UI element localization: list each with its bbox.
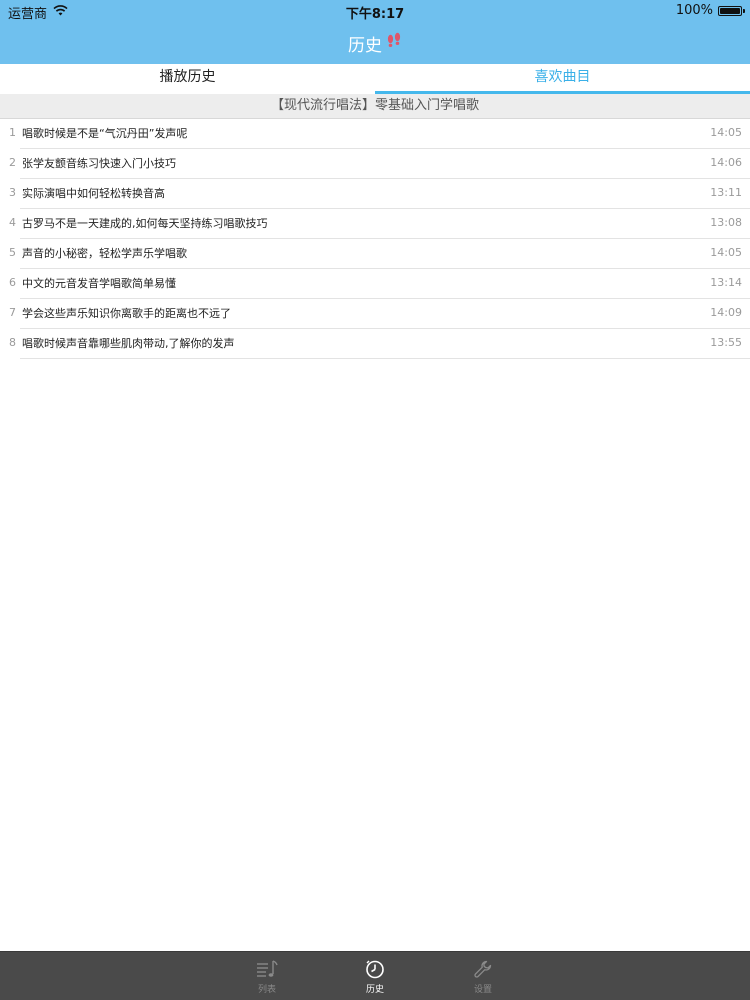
song-title: 学会这些声乐知识你离歌手的距离也不远了 (22, 307, 231, 320)
song-index: 4 (9, 216, 16, 229)
song-time: 13:55 (710, 336, 742, 349)
song-title: 唱歌时候声音靠哪些肌肉带动,了解你的发声 (22, 337, 235, 350)
song-title: 张学友颤音练习快速入门小技巧 (22, 157, 176, 170)
battery-fill (720, 7, 740, 14)
song-title: 实际演唱中如何轻松转换音高 (22, 187, 165, 200)
song-time: 13:08 (710, 216, 742, 229)
song-row[interactable]: 6 中文的元音发音学唱歌简单易懂 13:14 (9, 269, 750, 299)
song-time: 14:05 (710, 126, 742, 139)
tabbar-label-history: 历史 (365, 985, 384, 995)
song-time: 13:11 (710, 186, 742, 199)
bottom-tab-bar: 列表 历史 设置 (0, 951, 750, 1000)
header: 运营商 下午8:17 100% 历史 (0, 0, 750, 64)
clock-icon (365, 959, 385, 979)
song-time: 13:14 (710, 276, 742, 289)
song-title: 唱歌时候是不是“气沉丹田”发声呢 (22, 127, 188, 140)
song-time: 14:05 (710, 246, 742, 259)
song-list: 1 唱歌时候是不是“气沉丹田”发声呢 14:05 2 张学友颤音练习快速入门小技… (0, 119, 750, 359)
song-row[interactable]: 8 唱歌时候声音靠哪些肌肉带动,了解你的发声 13:55 (9, 329, 750, 359)
song-title: 声音的小秘密，轻松学声乐学唱歌 (22, 247, 187, 260)
tabbar-label-list: 列表 (257, 985, 276, 995)
tabbar-item-list[interactable]: 列表 (213, 952, 321, 1000)
song-row[interactable]: 7 学会这些声乐知识你离歌手的距离也不远了 14:09 (9, 299, 750, 329)
footprints-icon (386, 32, 402, 55)
song-index: 1 (9, 126, 16, 139)
song-index: 2 (9, 156, 16, 169)
song-row[interactable]: 4 古罗马不是一天建成的,如何每天坚持练习唱歌技巧 13:08 (9, 209, 750, 239)
song-index: 8 (9, 336, 16, 349)
music-list-icon (256, 959, 278, 979)
tabbar-item-settings[interactable]: 设置 (429, 952, 537, 1000)
status-time: 下午8:17 (345, 7, 405, 22)
song-row[interactable]: 1 唱歌时候是不是“气沉丹田”发声呢 14:05 (9, 119, 750, 149)
song-title: 中文的元音发音学唱歌简单易懂 (22, 277, 176, 290)
tab-play-history[interactable]: 播放历史 (0, 64, 375, 94)
tabbar-item-history[interactable]: 历史 (321, 952, 429, 1000)
song-time: 14:06 (710, 156, 742, 169)
song-row[interactable]: 5 声音的小秘密，轻松学声乐学唱歌 14:05 (9, 239, 750, 269)
status-right: 100% (675, 3, 745, 18)
song-index: 6 (9, 276, 16, 289)
battery-percent: 100% (675, 3, 713, 18)
app-screen: 运营商 下午8:17 100% 历史 播放历史 喜欢曲目 【现代流行唱法】零基础… (0, 0, 750, 1000)
nav-title: 历史 (0, 31, 750, 56)
status-bar: 运营商 下午8:17 100% (0, 0, 750, 22)
song-time: 14:09 (710, 306, 742, 319)
song-title: 古罗马不是一天建成的,如何每天坚持练习唱歌技巧 (22, 217, 268, 230)
battery-icon (718, 5, 745, 16)
album-title-banner: 【现代流行唱法】零基础入门学唱歌 (0, 94, 750, 119)
song-row[interactable]: 2 张学友颤音练习快速入门小技巧 14:06 (9, 149, 750, 179)
page-title: 历史 (348, 36, 382, 56)
song-index: 5 (9, 246, 16, 259)
segment-tabs: 播放历史 喜欢曲目 (0, 64, 750, 94)
tab-favorites[interactable]: 喜欢曲目 (375, 64, 750, 94)
song-row[interactable]: 3 实际演唱中如何轻松转换音高 13:11 (9, 179, 750, 209)
song-index: 7 (9, 306, 16, 319)
song-index: 3 (9, 186, 16, 199)
tabbar-label-settings: 设置 (473, 985, 492, 995)
wrench-icon (473, 959, 493, 979)
